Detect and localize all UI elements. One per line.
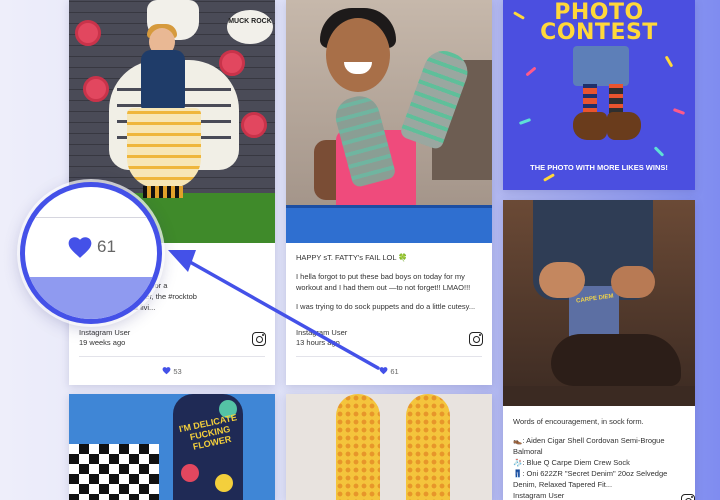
checkered-floor: [69, 444, 159, 500]
post-card-carpe-diem[interactable]: CARPE DIEM Words of encouragement, in so…: [503, 200, 695, 500]
confetti: [518, 118, 532, 125]
polka-dot-sock: [336, 394, 380, 500]
like-count[interactable]: 61: [286, 366, 492, 376]
post-text: Words of encouragement, in sock form. 👞:…: [513, 416, 685, 490]
post-intro: Words of encouragement, in sock form.: [513, 417, 644, 426]
rose-decoration: [219, 50, 245, 76]
shoe: [573, 112, 607, 140]
confetti: [664, 55, 674, 68]
divider: [79, 356, 265, 357]
author-name[interactable]: Instagram User: [79, 328, 130, 338]
floor: [503, 386, 695, 406]
highlight-band: [25, 277, 157, 319]
heart-icon[interactable]: [379, 366, 388, 375]
rose-decoration: [75, 20, 101, 46]
post-time: 19 weeks ago: [79, 338, 126, 347]
person-jacket: [141, 50, 185, 110]
instagram-icon[interactable]: [469, 332, 483, 346]
shoe: [607, 112, 641, 140]
flower-pattern: [215, 474, 233, 492]
confetti: [525, 66, 537, 77]
post-photo-carpe-diem[interactable]: CARPE DIEM: [503, 200, 695, 406]
post-card-flower-sock[interactable]: I'M DELICATE FUCKING FLOWER: [69, 394, 275, 500]
person-striped-socks: [143, 186, 183, 198]
post-card-polka-socks[interactable]: [286, 394, 492, 500]
jeans: [573, 46, 629, 86]
post-list-item: 🧦: Blue Q Carpe Diem Crew Sock: [513, 458, 630, 467]
mural-speech-bubble: MUCK ROCK: [227, 10, 273, 44]
sock: [583, 84, 597, 114]
heart-icon: [68, 237, 92, 258]
author-name[interactable]: Instagram User: [296, 328, 347, 338]
divider: [25, 217, 157, 218]
photo-contest-banner[interactable]: PHOTO CONTEST THE PHOTO WITH MORE LIKES …: [503, 0, 695, 190]
post-time: 13 hours ago: [296, 338, 340, 347]
sock: [609, 84, 623, 114]
person-head: [326, 18, 390, 92]
shoe: [551, 334, 681, 386]
post-photo-sock-puppets[interactable]: [286, 0, 492, 243]
post-author[interactable]: Instagram User 13 hours ago: [296, 328, 347, 348]
post-card-sock-puppets[interactable]: HAPPY sT. FATTY's FAIL LOL 🍀 I hella for…: [286, 0, 492, 385]
instagram-icon[interactable]: [681, 494, 695, 500]
post-list-item: 👖: Oni 622ZR "Secret Denim" 20oz Selvedg…: [513, 469, 668, 489]
post-author[interactable]: Instagram User 19 weeks ago: [79, 328, 130, 348]
confetti: [653, 146, 665, 157]
contest-subtitle: THE PHOTO WITH MORE LIKES WINS!: [530, 163, 668, 172]
rose-decoration: [83, 76, 109, 102]
rose-decoration: [241, 112, 267, 138]
flower-pattern: [181, 464, 199, 482]
author-name[interactable]: Instagram User: [513, 491, 564, 500]
heart-icon[interactable]: [162, 366, 171, 375]
post-author[interactable]: Instagram User: [513, 491, 564, 500]
contest-title-line2: CONTEST: [540, 20, 658, 45]
like-magnifier: 61: [20, 182, 162, 324]
hand: [611, 266, 655, 298]
post-paragraph: I was trying to do sock puppets and do a…: [296, 302, 476, 311]
post-text: HAPPY sT. FATTY's FAIL LOL 🍀 I hella for…: [296, 252, 482, 318]
magnified-like-count: 61: [97, 237, 116, 256]
hand: [539, 262, 585, 298]
like-count-value: 53: [173, 367, 182, 376]
post-paragraph: I hella forgot to put these bad boys on …: [296, 272, 471, 292]
divider: [296, 356, 482, 357]
laptop: [286, 205, 492, 243]
post-caption: HAPPY sT. FATTY's FAIL LOL 🍀: [296, 253, 408, 262]
like-count[interactable]: 53: [69, 366, 275, 376]
like-count-value: 61: [390, 367, 399, 376]
confetti: [543, 173, 555, 182]
confetti: [672, 108, 686, 115]
post-list-item: 👞: Aiden Cigar Shell Cordovan Semi-Brogu…: [513, 436, 665, 456]
polka-dot-sock: [406, 394, 450, 500]
person-skirt: [127, 108, 201, 188]
instagram-icon[interactable]: [252, 332, 266, 346]
